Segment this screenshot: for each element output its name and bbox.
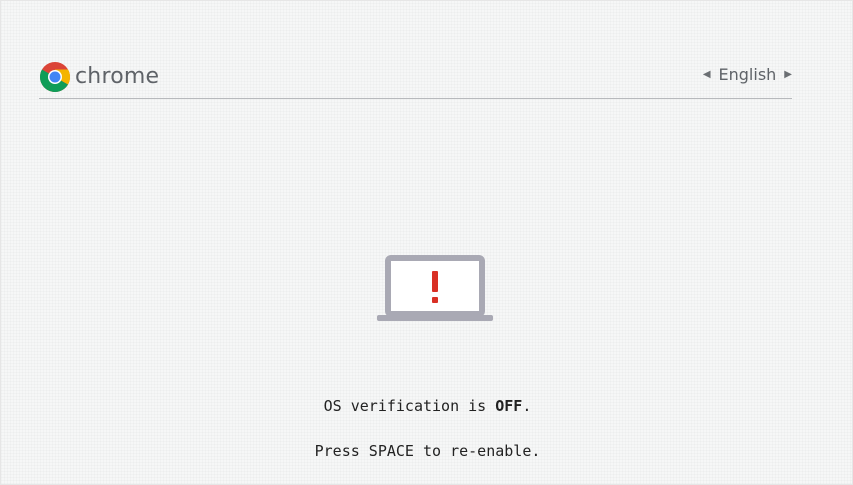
language-label[interactable]: English: [719, 65, 777, 85]
verification-status-text: OS verification is OFF.: [1, 397, 853, 415]
header-divider: [39, 98, 792, 99]
status-suffix: .: [522, 397, 532, 415]
status-prefix: OS verification is: [323, 397, 487, 415]
laptop-warning-icon: [377, 255, 493, 321]
status-value: OFF: [495, 397, 523, 415]
chrome-logo-icon: [39, 62, 71, 93]
triangle-left-icon[interactable]: ◀: [703, 65, 711, 85]
language-selector[interactable]: ◀ English ▶: [703, 65, 792, 85]
brand-name: chrome: [75, 64, 160, 89]
recovery-screen: chrome ◀ English ▶ OS verification is OF…: [0, 0, 853, 485]
brand: chrome: [39, 61, 159, 93]
triangle-right-icon[interactable]: ▶: [784, 65, 792, 85]
header-bar: chrome ◀ English ▶: [39, 57, 792, 99]
reenable-instruction: Press SPACE to re-enable.: [314, 442, 541, 460]
